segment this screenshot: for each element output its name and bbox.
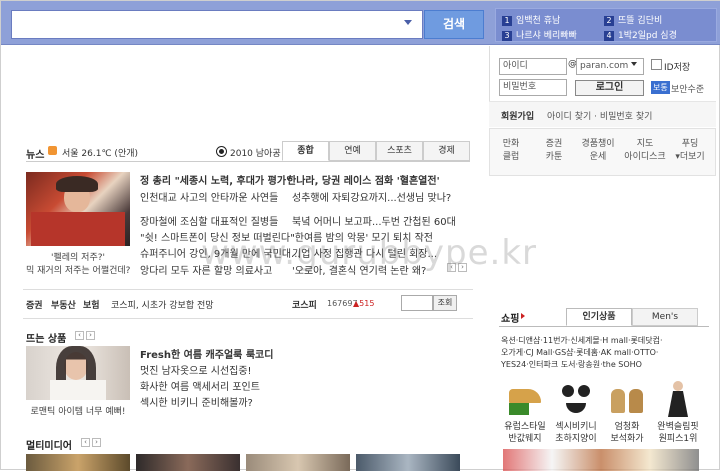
news-item[interactable]: 장마철에 조심할 대표적인 질병들	[140, 213, 278, 228]
hot-item[interactable]: Fresh한 여름 캐주얼룩 룩코디	[140, 346, 273, 361]
bikini-top-shape	[562, 385, 574, 397]
product-image-dress[interactable]	[656, 379, 700, 419]
domain-select[interactable]: paran.com	[576, 58, 644, 75]
product-label[interactable]: 섹시비키니 초하지양이	[549, 421, 603, 445]
worldcup-link[interactable]: 2010 남아공	[230, 146, 281, 159]
join-link[interactable]: 회원가입	[501, 109, 534, 122]
news-item[interactable]: 성추행에 자퇴강요까지...선생님 맞나?	[292, 189, 451, 204]
find-account-link[interactable]: 아이디 찾기 · 비밀번호 찾기	[547, 109, 652, 122]
crowd-shape	[31, 212, 125, 246]
multimedia-thumb[interactable]	[246, 454, 350, 471]
prev-arrow-icon[interactable]: ‹	[81, 438, 90, 447]
news-item[interactable]: 인천대교 사고의 안타까운 사연들	[140, 189, 278, 204]
shopping-links-row[interactable]: 옥션·디앤샵·11번가·신세계몰·H mall·롯데닷컴·	[501, 335, 663, 346]
tab-sports[interactable]: 스포츠	[376, 141, 423, 161]
watermark: www.gurubbype.kr	[201, 233, 538, 273]
chevron-down-icon[interactable]	[631, 62, 637, 66]
shoe-shape	[611, 389, 625, 413]
stock-search-input[interactable]	[401, 295, 433, 311]
product-label[interactable]: 완벽슬림핏 원피스1위	[651, 421, 705, 445]
weather-info[interactable]: 서울 26.1℃ (안개)	[62, 146, 138, 159]
realestate-link[interactable]: 부동산	[51, 298, 76, 311]
multimedia-title[interactable]: 멀티미디어	[26, 437, 72, 452]
ranking-item-4[interactable]: 4 1박2일pd 심경	[604, 28, 677, 41]
next-arrow-icon[interactable]: ›	[86, 331, 95, 340]
tab-popular[interactable]: 인기상품	[566, 308, 632, 326]
login-button[interactable]: 로그인	[575, 80, 644, 96]
news-section-title[interactable]: 뉴스	[26, 146, 44, 161]
bikini-top-shape	[578, 385, 590, 397]
ranking-item-2[interactable]: 2 뜨뜰 김단비	[604, 13, 662, 26]
tab-mens[interactable]: Men's	[632, 308, 698, 326]
save-id-checkbox[interactable]	[651, 59, 662, 70]
index-name[interactable]: 코스피	[292, 298, 317, 311]
product-label[interactable]: 유럽스타일 반값웨지	[498, 421, 552, 445]
quick-item-stock[interactable]: 증권 카툰	[541, 138, 567, 164]
prev-arrow-icon[interactable]: ‹	[75, 331, 84, 340]
multimedia-thumb[interactable]	[356, 454, 460, 471]
shoe-shape	[509, 389, 541, 403]
tab-entertainment[interactable]: 연예	[329, 141, 376, 161]
multimedia-thumb[interactable]	[26, 454, 130, 471]
divider	[499, 326, 709, 327]
hot-item-caption[interactable]: 로맨틱 아이템 너무 예뻐!	[26, 404, 130, 417]
hot-item-photo[interactable]	[26, 346, 130, 400]
soccer-ball-icon	[217, 147, 226, 156]
product-image-shoes[interactable]	[605, 379, 649, 419]
save-id-label: ID저장	[664, 63, 691, 73]
product-label[interactable]: 엄청화 보석화가	[600, 421, 654, 445]
shoe-shape	[629, 389, 643, 413]
tab-general[interactable]: 종합	[282, 141, 329, 161]
photo-caption-1[interactable]: '펠레의 저주?'	[26, 250, 130, 263]
quick-item-cartoon[interactable]: 만화 클럽	[499, 138, 523, 164]
ranking-item-1[interactable]: 1 임백천 휴남	[502, 13, 560, 26]
dress-shape	[668, 391, 688, 417]
shirt-shape	[50, 380, 106, 400]
photo-caption-2[interactable]: 믹 재거의 저주는 어쩔건데?	[26, 263, 130, 276]
product-row-images[interactable]	[503, 449, 699, 471]
search-input[interactable]	[11, 10, 423, 39]
password-field[interactable]: 비밀번호	[499, 79, 567, 96]
bikini-bottom-shape	[566, 403, 586, 413]
id-field[interactable]: 아이디	[499, 58, 567, 75]
news-photo[interactable]	[26, 172, 130, 246]
headline-2[interactable]: 한나라, 당권 레이스 점화 '혈흔열전'	[287, 172, 440, 187]
hot-item[interactable]: 멋진 남자옷으로 시선집중!	[140, 362, 252, 377]
product-image-bikini[interactable]	[554, 379, 598, 419]
hair-shape	[56, 176, 98, 192]
stock-headline[interactable]: 코스피, 시초가 강보합 전망	[111, 298, 214, 311]
arrow-icon	[521, 313, 525, 319]
search-button[interactable]: 검색	[424, 10, 484, 39]
tab-economy[interactable]: 경제	[423, 141, 470, 161]
shopping-links-row[interactable]: 오가게·CJ Mall·GS샵·롯데홈·AK mall·OTTO·	[501, 347, 658, 358]
chevron-down-icon[interactable]	[404, 20, 412, 25]
shopping-title[interactable]: 쇼핑	[501, 310, 519, 325]
quick-item-prize[interactable]: 경품챙이 운세	[579, 138, 617, 164]
heel-shape	[509, 403, 529, 415]
hot-items-title[interactable]: 뜨는 상품	[26, 330, 66, 345]
stock-link[interactable]: 증권	[26, 298, 43, 311]
insurance-link[interactable]: 보험	[83, 298, 100, 311]
stock-search-button[interactable]: 조회	[433, 295, 457, 311]
next-arrow-icon[interactable]: ›	[92, 438, 101, 447]
rss-icon[interactable]	[48, 146, 57, 155]
hot-item[interactable]: 섹시한 비키니 준비해볼까?	[140, 394, 253, 409]
realtime-ranking: 1 임백천 휴남 2 뜨뜰 김단비 3 나르샤 베리빠빠 4 1박2일pd 심경	[495, 8, 717, 42]
quick-item-pudding[interactable]: 푸딩 ▾더보기	[674, 138, 706, 164]
security-label: 보안수준	[671, 85, 705, 95]
index-change: ▲515	[353, 299, 375, 308]
headline-1[interactable]: 정 총리 "세종시 노력, 후대가 평가"	[140, 172, 291, 187]
multimedia-thumb[interactable]	[136, 454, 240, 471]
news-item[interactable]: 북녘 어머니 보고파...두번 간첩된 60대	[292, 213, 456, 228]
divider	[23, 318, 473, 319]
ranking-item-3[interactable]: 3 나르샤 베리빠빠	[502, 28, 577, 41]
divider	[26, 161, 470, 162]
security-badge[interactable]: 보통	[651, 81, 670, 94]
face-shape	[673, 381, 683, 391]
divider	[23, 289, 473, 290]
shopping-links-row[interactable]: YES24·인터파크 도서·랑송원·the SOHO	[501, 359, 642, 370]
product-image-wedge[interactable]	[503, 379, 547, 419]
quick-item-map[interactable]: 지도 아이디스크	[623, 138, 667, 164]
hot-item[interactable]: 화사한 여름 액세서리 포인트	[140, 378, 260, 393]
